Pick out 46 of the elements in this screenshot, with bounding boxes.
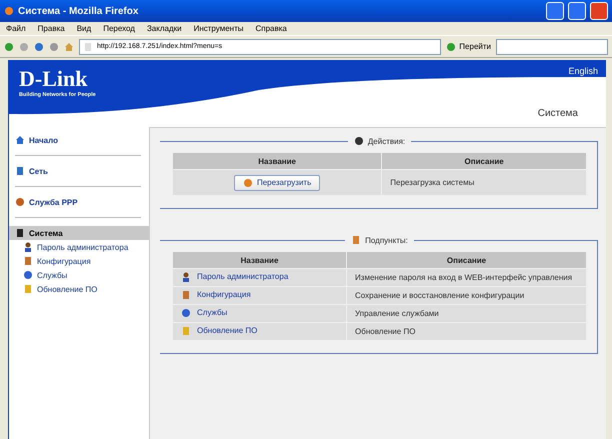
column-header: Название bbox=[173, 153, 382, 169]
window-title: Система - Mozilla Firefox bbox=[18, 6, 140, 16]
sidebar-subitem[interactable]: Конфигурация bbox=[9, 254, 149, 268]
page-icon bbox=[83, 42, 93, 52]
go-button[interactable]: Перейти bbox=[446, 42, 491, 52]
reboot-button[interactable]: Перезагрузить bbox=[234, 174, 320, 190]
panel-legend: Действия: bbox=[368, 136, 406, 146]
logo: D-Link bbox=[19, 66, 88, 92]
sidebar-item[interactable]: Система bbox=[9, 226, 149, 240]
menu-item[interactable]: Правка bbox=[38, 24, 65, 33]
column-header: Описание bbox=[382, 153, 586, 169]
sidebar-subitem[interactable]: Службы bbox=[9, 268, 149, 282]
menu-item[interactable]: Закладки bbox=[146, 24, 182, 33]
sidebar-subitem[interactable]: Обновление ПО bbox=[9, 282, 149, 296]
table-cell: Обновление ПО bbox=[347, 323, 586, 340]
table-cell: Управление службами bbox=[347, 305, 586, 322]
column-header: Название bbox=[173, 252, 346, 268]
table-cell: Перезагрузка системы bbox=[382, 170, 586, 195]
sidebar-item[interactable]: Служба PPP bbox=[9, 195, 149, 209]
home-icon bbox=[64, 42, 74, 52]
search-field[interactable] bbox=[496, 38, 608, 54]
maximize-button[interactable] bbox=[568, 2, 586, 20]
panel-legend: Подпункты: bbox=[365, 236, 408, 244]
house-icon bbox=[15, 135, 25, 145]
page-title: Система bbox=[538, 108, 578, 119]
sidebar-item[interactable]: Сеть bbox=[9, 164, 149, 178]
person-icon bbox=[23, 242, 33, 252]
menu-item[interactable]: Файл bbox=[6, 24, 26, 33]
document-icon bbox=[23, 256, 33, 266]
table-cell: Изменение пароля на вход в WEB-интерфейс управления bbox=[347, 269, 586, 286]
column-header: Описание bbox=[347, 252, 586, 268]
language-link[interactable]: English bbox=[568, 66, 598, 76]
sidebar-item[interactable]: Начало bbox=[9, 133, 149, 147]
minimize-button[interactable] bbox=[546, 2, 564, 20]
subitem-link[interactable]: Службы bbox=[181, 308, 228, 318]
menu-item[interactable]: Справка bbox=[255, 24, 287, 33]
sidebar-subitem[interactable]: Пароль администратора bbox=[9, 240, 149, 254]
person-icon bbox=[181, 272, 191, 282]
menu-item[interactable]: Вид bbox=[76, 24, 92, 33]
close-button[interactable] bbox=[590, 2, 608, 20]
menu-item[interactable]: Инструменты bbox=[194, 24, 244, 33]
table-cell: Сохранение и восстановление конфигурации bbox=[347, 287, 586, 304]
document-icon bbox=[181, 326, 191, 336]
document-icon bbox=[23, 284, 33, 294]
document-icon bbox=[181, 290, 191, 300]
menu-item[interactable]: Переход bbox=[103, 24, 135, 33]
